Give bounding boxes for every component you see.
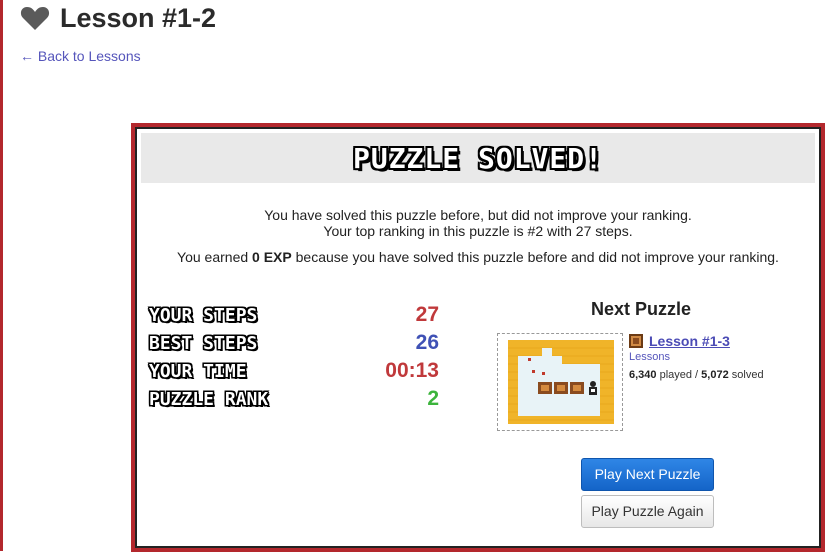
- modal-title: PUZZLE SOLVED!: [352, 141, 603, 175]
- modal-header: PUZZLE SOLVED!: [141, 133, 815, 183]
- next-lesson-info: Lesson #1-3 Lessons 6,340 played / 5,072…: [629, 333, 799, 381]
- stat-value: 2: [427, 387, 439, 410]
- stat-label: PUZZLE RANK: [149, 388, 269, 410]
- stat-value: 27: [415, 303, 439, 326]
- next-lesson-name-row: Lesson #1-3: [629, 333, 799, 349]
- play-puzzle-again-button[interactable]: Play Puzzle Again: [581, 495, 714, 528]
- next-puzzle-panel: Next Puzzle Lesson #1-3 Lessons 6,340 pl…: [491, 299, 791, 431]
- stat-row-puzzle-rank: PUZZLE RANK 2: [149, 385, 439, 413]
- next-lesson-link[interactable]: Lesson #1-3: [649, 333, 730, 349]
- modal-body: PUZZLE SOLVED! You have solved this puzz…: [141, 133, 815, 542]
- puzzle-solved-modal: PUZZLE SOLVED! You have solved this puzz…: [131, 123, 825, 552]
- next-lesson-category[interactable]: Lessons: [629, 351, 799, 363]
- heart-icon: [20, 7, 50, 30]
- next-puzzle-title: Next Puzzle: [590, 299, 692, 319]
- stat-row-your-steps: YOUR STEPS 27: [149, 301, 439, 329]
- left-border: [0, 0, 3, 551]
- message-line-1: You have solved this puzzle before, but …: [264, 207, 692, 223]
- next-lesson-stats: 6,340 played / 5,072 solved: [629, 369, 799, 381]
- played-count: 6,340: [629, 369, 657, 381]
- play-next-puzzle-button[interactable]: Play Next Puzzle: [581, 458, 714, 491]
- page-header: Lesson #1-2: [20, 2, 216, 34]
- stat-label: YOUR STEPS: [149, 304, 258, 326]
- page-title: Lesson #1-2: [60, 2, 217, 33]
- stat-value: 26: [415, 331, 439, 354]
- exp-prefix: You earned: [177, 249, 253, 265]
- back-to-lessons-link[interactable]: ← Back to Lessons: [20, 48, 141, 64]
- exp-amount: 0 EXP: [252, 249, 292, 265]
- stat-row-your-time: YOUR TIME 00:13: [149, 357, 439, 385]
- stat-row-best-steps: BEST STEPS 26: [149, 329, 439, 357]
- stat-value: 00:13: [385, 359, 439, 382]
- next-puzzle-thumbnail[interactable]: [497, 333, 623, 431]
- crate-icon: [629, 334, 643, 348]
- stat-label: YOUR TIME: [149, 360, 247, 382]
- puzzle-map-image: [508, 340, 614, 424]
- exp-suffix: because you have solved this puzzle befo…: [291, 249, 779, 265]
- stat-label: BEST STEPS: [149, 332, 258, 354]
- played-label: played /: [656, 369, 702, 381]
- exp-message: You earned 0 EXP because you have solved…: [141, 249, 815, 265]
- solved-label: solved: [728, 369, 764, 381]
- stats-panel: YOUR STEPS 27 BEST STEPS 26 YOUR TIME 00…: [149, 301, 439, 413]
- message-line-2: Your top ranking in this puzzle is #2 wi…: [323, 223, 633, 239]
- solved-count: 5,072: [701, 369, 729, 381]
